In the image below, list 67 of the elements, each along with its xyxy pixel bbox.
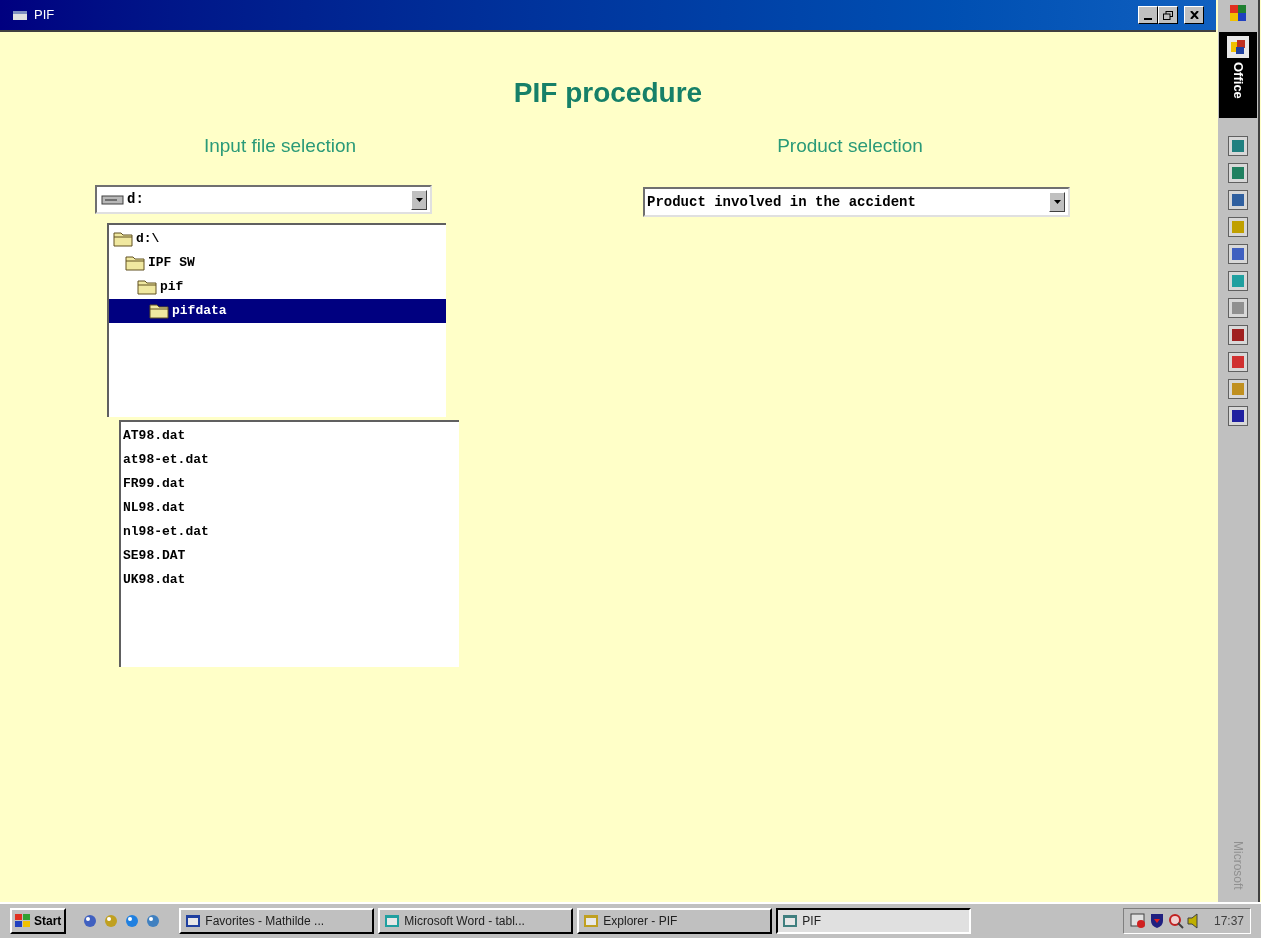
app-icon[interactable] (1228, 298, 1248, 318)
taskbar-button[interactable]: Favorites - Mathilde ... (179, 908, 375, 934)
shield-icon (1148, 913, 1165, 929)
drive-dropdown[interactable]: d: (95, 185, 432, 214)
logo-icon (1229, 4, 1247, 22)
window-icon (12, 9, 28, 21)
app-icon[interactable] (1228, 244, 1248, 264)
app-icon[interactable] (1228, 163, 1248, 183)
file-item[interactable]: AT98.dat (123, 424, 459, 448)
file-item[interactable]: NL98.dat (123, 496, 459, 520)
restore-icon (1163, 10, 1173, 20)
minimize-icon (1144, 18, 1152, 20)
dropdown-button[interactable] (411, 189, 427, 210)
launch-icon[interactable] (82, 913, 99, 929)
app-icon[interactable] (1228, 271, 1248, 291)
tree-item[interactable]: pif (109, 275, 446, 299)
caret-icon (415, 197, 423, 202)
taskbar-button[interactable]: Explorer - PIF (577, 908, 773, 934)
speaker-icon (1186, 913, 1201, 929)
taskbar-button[interactable]: PIF (776, 908, 972, 934)
app-icon[interactable] (1228, 352, 1248, 372)
section-label: Product selection (777, 133, 923, 158)
office-label: Office (1229, 62, 1247, 99)
folder-icon (137, 278, 159, 296)
launch-icon[interactable] (124, 913, 141, 929)
window-icon (384, 913, 401, 929)
page-heading: PIF procedure (513, 76, 703, 110)
dropdown-button[interactable] (1049, 192, 1065, 212)
app-icon[interactable] (1228, 379, 1248, 399)
tree-item[interactable]: IPF SW (109, 251, 446, 275)
app-icon[interactable] (1228, 406, 1248, 426)
app-icon[interactable] (1228, 190, 1248, 210)
tree-item[interactable]: pifdata (109, 299, 446, 323)
app-icon[interactable] (1228, 136, 1248, 156)
close-button[interactable] (1184, 6, 1204, 24)
launch-icon[interactable] (145, 913, 162, 929)
file-item[interactable]: UK98.dat (123, 568, 459, 592)
magnifier-icon (1167, 913, 1184, 929)
windows-logo-icon (15, 914, 31, 928)
taskbar-button[interactable]: Microsoft Word - tabl... (378, 908, 574, 934)
caret-icon (1053, 200, 1061, 204)
app-icon[interactable] (1228, 325, 1248, 345)
section-label: Input file selection (203, 133, 357, 158)
window-icon (185, 913, 202, 929)
clock: 17:37 (1213, 913, 1244, 930)
product-value: Product involved in the accident (647, 192, 916, 212)
product-dropdown[interactable]: Product involved in the accident (643, 187, 1070, 217)
file-item[interactable]: nl98-et.dat (123, 520, 459, 544)
tree-item[interactable]: d:\ (109, 227, 446, 251)
folder-icon (113, 230, 135, 248)
file-item[interactable]: at98-et.dat (123, 448, 459, 472)
minimize-button[interactable] (1138, 6, 1158, 24)
start-button[interactable]: Start (10, 908, 67, 934)
window-icon (583, 913, 600, 929)
drive-value: d: (127, 190, 144, 209)
file-item[interactable]: SE98.DAT (123, 544, 459, 568)
app-icon[interactable] (1228, 217, 1248, 237)
folder-icon (125, 254, 147, 272)
window-icon (782, 913, 799, 929)
window-title: PIF (34, 6, 55, 25)
close-icon (1189, 11, 1199, 19)
folder-icon (149, 302, 171, 320)
drive-icon (101, 193, 125, 206)
tray-icon (1129, 913, 1146, 929)
restore-button[interactable] (1158, 6, 1178, 24)
office-icon (1227, 36, 1249, 58)
file-item[interactable]: FR99.dat (123, 472, 459, 496)
